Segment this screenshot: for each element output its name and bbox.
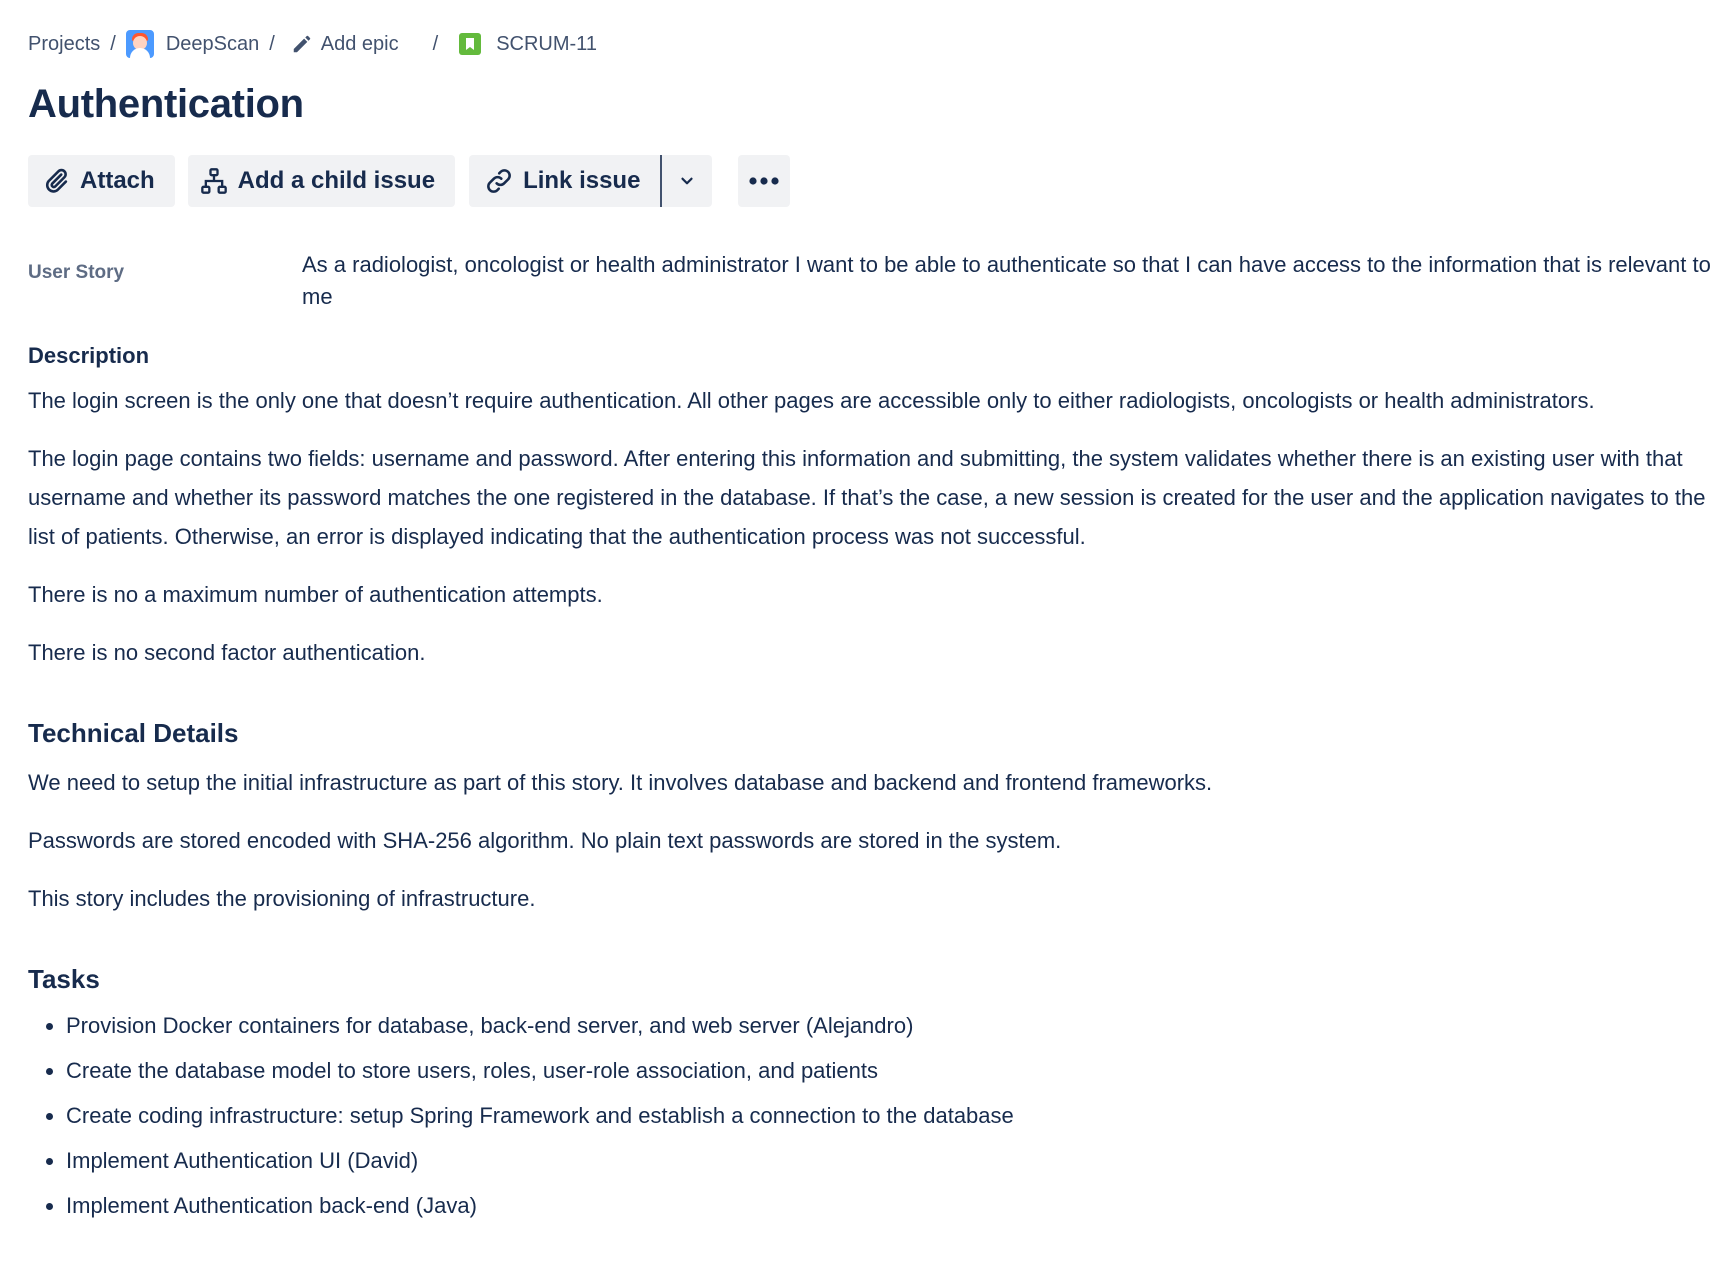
tasks-heading: Tasks [28, 964, 100, 994]
tasks-list: Provision Docker containers for database… [28, 1003, 1708, 1228]
technical-paragraph: Passwords are stored encoded with SHA-25… [28, 828, 1062, 853]
pencil-icon [293, 35, 311, 53]
description-heading: Description [28, 343, 150, 368]
issue-toolbar: Attach Add a child issue Link issue [28, 155, 791, 207]
add-epic-link[interactable]: Add epic [291, 33, 399, 56]
breadcrumb-separator: / [269, 32, 275, 55]
task-item: Create coding infrastructure: setup Spri… [66, 1093, 1708, 1138]
user-story-value[interactable]: As a radiologist, oncologist or health a… [302, 249, 1712, 313]
project-avatar-icon [125, 30, 154, 58]
attach-label: Attach [80, 167, 155, 194]
link-issue-label: Link issue [523, 167, 641, 194]
description-paragraph: The login page contains two fields: user… [28, 446, 1706, 549]
chevron-down-icon [681, 177, 694, 185]
technical-details-heading: Technical Details [28, 718, 239, 748]
breadcrumb-project-link[interactable]: DeepScan [125, 30, 260, 58]
paperclip-icon [45, 168, 68, 193]
task-item: Provision Docker containers for database… [66, 1003, 1708, 1048]
add-child-issue-button[interactable]: Add a child issue [187, 155, 456, 207]
description-paragraph: There is no second factor authentication… [28, 640, 426, 665]
issue-title[interactable]: Authentication [28, 82, 304, 127]
story-icon [459, 33, 482, 55]
user-story-label: User Story [28, 262, 125, 283]
task-item: Implement Authentication UI (David) [66, 1138, 1708, 1183]
project-name: DeepScan [165, 32, 260, 55]
link-issue-button[interactable]: Link issue [469, 155, 661, 207]
description-paragraph: There is no a maximum number of authenti… [28, 582, 603, 607]
link-issue-split-button: Link issue [469, 155, 713, 207]
more-icon [749, 177, 780, 185]
link-issue-dropdown-button[interactable] [662, 155, 713, 207]
issue-key-link[interactable]: SCRUM-11 [458, 32, 597, 56]
technical-paragraph: We need to setup the initial infrastruct… [28, 770, 1213, 795]
add-child-label: Add a child issue [237, 167, 436, 194]
more-actions-button[interactable] [738, 155, 791, 207]
add-epic-label: Add epic [320, 32, 399, 55]
attach-button[interactable]: Attach [28, 155, 175, 207]
description-paragraph: The login screen is the only one that do… [28, 388, 1595, 413]
description-section[interactable]: Description The login screen is the only… [28, 343, 1708, 1228]
breadcrumb-separator: / [110, 32, 116, 55]
breadcrumb: Projects / DeepScan / Add epic / SCRUM-1… [28, 26, 597, 62]
issue-key: SCRUM-11 [496, 32, 597, 55]
technical-paragraph: This story includes the provisioning of … [28, 886, 536, 911]
task-item: Implement Authentication back-end (Java) [66, 1183, 1708, 1228]
hierarchy-icon [200, 168, 227, 194]
breadcrumb-projects-link[interactable]: Projects [28, 33, 100, 56]
breadcrumb-separator: / [432, 32, 439, 55]
task-item: Create the database model to store users… [66, 1048, 1708, 1093]
link-icon [487, 169, 511, 193]
